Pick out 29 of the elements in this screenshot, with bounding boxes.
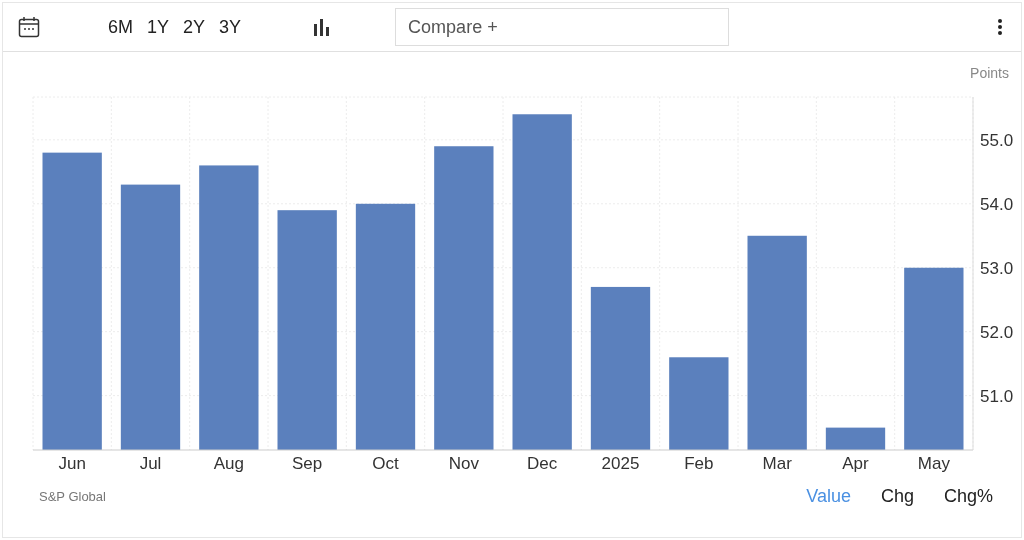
more-menu-icon[interactable] [997, 18, 1003, 36]
view-tab[interactable]: Chg [880, 484, 914, 509]
view-tab[interactable]: Chg% [943, 484, 993, 509]
x-axis-label: Nov [448, 454, 479, 473]
axis-unit-label: Points [970, 65, 1009, 81]
y-axis-label: 51.0 [980, 386, 1014, 406]
range-button[interactable]: 3Y [219, 14, 242, 40]
x-axis-label: Feb [684, 454, 714, 473]
x-axis-label: Aug [213, 454, 244, 473]
y-axis-label: 55.0 [980, 130, 1014, 150]
y-axis-label: 52.0 [980, 322, 1014, 342]
x-axis-label: Oct [372, 454, 399, 473]
source-label: S&P Global [39, 489, 106, 504]
calendar-icon[interactable] [18, 16, 40, 38]
x-axis-label: Jul [139, 454, 162, 473]
x-axis-label: May [917, 454, 950, 473]
x-axis-label: 2025 [601, 454, 640, 473]
x-axis-label: Sep [292, 454, 323, 473]
x-axis-label: Apr [842, 454, 869, 473]
y-axis-label: 53.0 [980, 258, 1014, 278]
x-axis-label: Dec [527, 454, 558, 473]
bar-chart-icon[interactable] [313, 18, 332, 36]
range-button[interactable]: 1Y [147, 14, 170, 40]
y-axis-label: 54.0 [980, 194, 1014, 214]
x-axis-label: Mar [762, 454, 792, 473]
range-button[interactable]: 6M [108, 14, 133, 40]
compare-field[interactable]: Compare + [395, 8, 730, 46]
x-axis-label: Jun [58, 454, 86, 473]
range-button[interactable]: 2Y [183, 14, 206, 40]
